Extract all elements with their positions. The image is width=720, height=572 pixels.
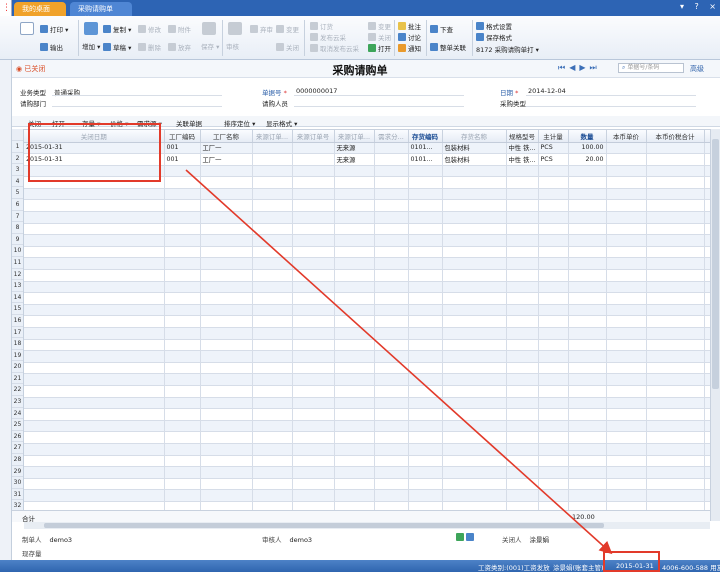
annotation-arrow [185, 169, 613, 555]
